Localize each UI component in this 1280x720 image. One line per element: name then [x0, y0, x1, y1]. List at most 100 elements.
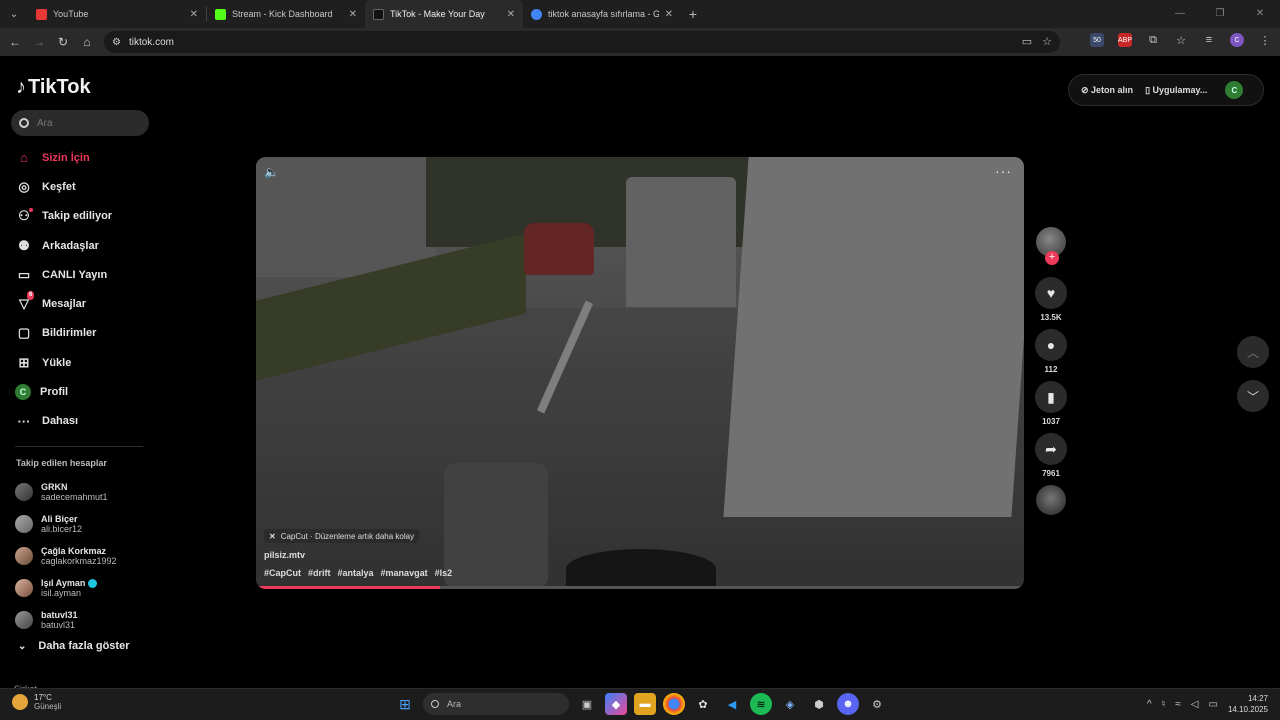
- weather-widget[interactable]: 17°C Güneşli: [12, 693, 61, 711]
- speaker-icon[interactable]: ◁: [1191, 699, 1199, 710]
- tab-google[interactable]: tiktok anasayfa sıfırlama - Goog ✕: [523, 0, 681, 28]
- site-info-icon[interactable]: ⚙: [112, 37, 121, 48]
- puzzle-icon[interactable]: ⧉: [1146, 33, 1160, 47]
- account-item[interactable]: Ali Biçer ali.bicer12: [15, 508, 117, 540]
- account-item[interactable]: Çağla Korkmaz caglakorkmaz1992: [15, 540, 117, 572]
- share-button[interactable]: ➦: [1035, 433, 1067, 465]
- extension-50-icon[interactable]: 50: [1090, 33, 1104, 47]
- nav-messages[interactable]: ▽ 6 Mesajlar: [15, 289, 155, 318]
- close-icon[interactable]: ✕: [507, 9, 515, 20]
- share-icon: ➦: [1045, 440, 1057, 457]
- copilot-icon[interactable]: ◆: [605, 693, 627, 715]
- chatgpt-icon[interactable]: ✿: [692, 693, 714, 715]
- cast-icon[interactable]: ▭: [1022, 35, 1032, 48]
- search-input[interactable]: [37, 117, 137, 129]
- tab-kick[interactable]: Stream - Kick Dashboard ✕: [207, 0, 365, 28]
- like-button[interactable]: ♥: [1035, 277, 1067, 309]
- nav-for-you[interactable]: ⌂ Sizin İçin: [15, 143, 155, 172]
- tiktok-logo[interactable]: ♪ TikTok: [16, 76, 91, 99]
- next-video-button[interactable]: ﹀: [1237, 380, 1269, 412]
- video-progress-bar[interactable]: [256, 586, 1024, 589]
- omnibox[interactable]: ⚙ tiktok.com ▭ ☆: [104, 31, 1060, 53]
- chrome-icon[interactable]: [663, 693, 685, 715]
- settings-icon[interactable]: ⚙: [866, 693, 888, 715]
- avatar: [15, 483, 33, 501]
- follow-plus-icon[interactable]: +: [1045, 251, 1059, 265]
- creator-avatar[interactable]: +: [1036, 227, 1066, 265]
- forward-icon[interactable]: →: [27, 35, 51, 49]
- nav-profile[interactable]: C Profil: [15, 377, 155, 406]
- account-handle: ali.bicer12: [41, 524, 83, 534]
- home-button-icon[interactable]: ⌂: [75, 35, 99, 49]
- get-app-button[interactable]: ▯ Uygulamay...: [1145, 85, 1207, 96]
- windows-start-icon[interactable]: ⊞: [394, 693, 416, 715]
- hashtag[interactable]: #CapCut: [264, 568, 301, 578]
- spotify-icon[interactable]: ≋: [750, 693, 772, 715]
- video-player[interactable]: 🔈 ··· ✕ CapCut · Düzenleme artık daha ko…: [256, 157, 1024, 589]
- close-icon[interactable]: ✕: [665, 9, 673, 20]
- volume-icon[interactable]: 🔈: [264, 165, 279, 179]
- close-window-icon[interactable]: ✕: [1240, 0, 1280, 28]
- tab-search-chevron-icon[interactable]: ⌄: [0, 0, 28, 28]
- tab-youtube[interactable]: YouTube ✕: [28, 0, 206, 28]
- new-tab-icon[interactable]: +: [681, 6, 705, 22]
- browser-menu-icon[interactable]: ⋮: [1258, 33, 1272, 47]
- video-hashtags: #CapCut #drift #antalya #manavgat #ls2: [264, 568, 452, 578]
- nav-explore[interactable]: ◎ Keşfet: [15, 172, 155, 201]
- vscode-icon[interactable]: ◀: [721, 693, 743, 715]
- tab-tiktok[interactable]: TikTok - Make Your Day ✕: [365, 0, 523, 28]
- nav-notifications[interactable]: ▢ Bildirimler: [15, 319, 155, 348]
- account-item[interactable]: Işıl Ayman isil.ayman: [15, 572, 117, 604]
- hashtag[interactable]: #manavgat: [381, 568, 428, 578]
- search-icon: [19, 118, 29, 128]
- comment-button[interactable]: ●: [1035, 329, 1067, 361]
- nav-friends[interactable]: ⚉ Arkadaşlar: [15, 231, 155, 260]
- bookmarks-icon[interactable]: ☆: [1174, 33, 1188, 47]
- minimize-icon[interactable]: —: [1160, 0, 1200, 28]
- nav-live[interactable]: ▭ CANLI Yayın: [15, 260, 155, 289]
- account-item[interactable]: batuvl31 batuvl31: [15, 604, 117, 636]
- reading-list-icon[interactable]: ≡: [1202, 33, 1216, 47]
- chevron-up-icon: ︿: [1246, 345, 1259, 360]
- previous-video-button[interactable]: ︿: [1237, 336, 1269, 368]
- capcut-banner[interactable]: ✕ CapCut · Düzenleme artık daha kolay: [264, 529, 420, 543]
- account-item[interactable]: GRKN sadecemahmut1: [15, 476, 117, 508]
- hashtag[interactable]: #antalya: [338, 568, 374, 578]
- video-username[interactable]: pilsiz.mtv: [264, 550, 305, 560]
- reload-icon[interactable]: ↻: [51, 35, 75, 49]
- task-view-icon[interactable]: ▣: [576, 693, 598, 715]
- video-more-icon[interactable]: ···: [995, 163, 1012, 179]
- hashtag[interactable]: #ls2: [435, 568, 453, 578]
- nav-label: Arkadaşlar: [42, 239, 99, 252]
- like-count: 13.5K: [1040, 313, 1062, 322]
- clock[interactable]: 14:27 14.10.2025: [1228, 693, 1268, 715]
- wifi-icon[interactable]: ≈: [1175, 699, 1181, 710]
- steam-icon[interactable]: ⬢: [808, 693, 830, 715]
- get-app-label: Uygulamay...: [1152, 84, 1208, 95]
- taskbar-search[interactable]: Ara: [423, 693, 569, 715]
- back-icon[interactable]: ←: [3, 35, 27, 49]
- search-box[interactable]: [11, 110, 149, 136]
- nav-upload[interactable]: ⊞ Yükle: [15, 348, 155, 377]
- battery-icon[interactable]: ▭: [1209, 699, 1218, 710]
- discord-icon[interactable]: ☻: [837, 693, 859, 715]
- file-explorer-icon[interactable]: ▬: [634, 693, 656, 715]
- bookmark-star-icon[interactable]: ☆: [1042, 35, 1052, 48]
- restore-icon[interactable]: ❐: [1200, 0, 1240, 28]
- tray-chevron-up-icon[interactable]: ^: [1147, 699, 1152, 710]
- user-avatar[interactable]: C: [1225, 81, 1244, 99]
- close-icon[interactable]: ✕: [190, 9, 198, 20]
- music-disc-icon[interactable]: [1036, 485, 1066, 515]
- nav-following[interactable]: ⚇ Takip ediliyor: [15, 202, 155, 231]
- save-button[interactable]: ▮: [1035, 381, 1067, 413]
- close-icon[interactable]: ✕: [349, 9, 357, 20]
- microphone-icon[interactable]: ♮: [1162, 699, 1166, 710]
- show-more-button[interactable]: ⌄ Daha fazla göster: [18, 640, 129, 652]
- nav-more[interactable]: ··· Dahası: [15, 407, 155, 436]
- get-coins-button[interactable]: ⊘ Jeton alın: [1081, 85, 1133, 96]
- app-icon[interactable]: ◈: [779, 693, 801, 715]
- profile-icon[interactable]: C: [1230, 33, 1244, 47]
- hashtag[interactable]: #drift: [308, 568, 331, 578]
- tiktok-note-icon: ♪: [16, 76, 26, 98]
- adblock-icon[interactable]: ABP: [1118, 33, 1132, 47]
